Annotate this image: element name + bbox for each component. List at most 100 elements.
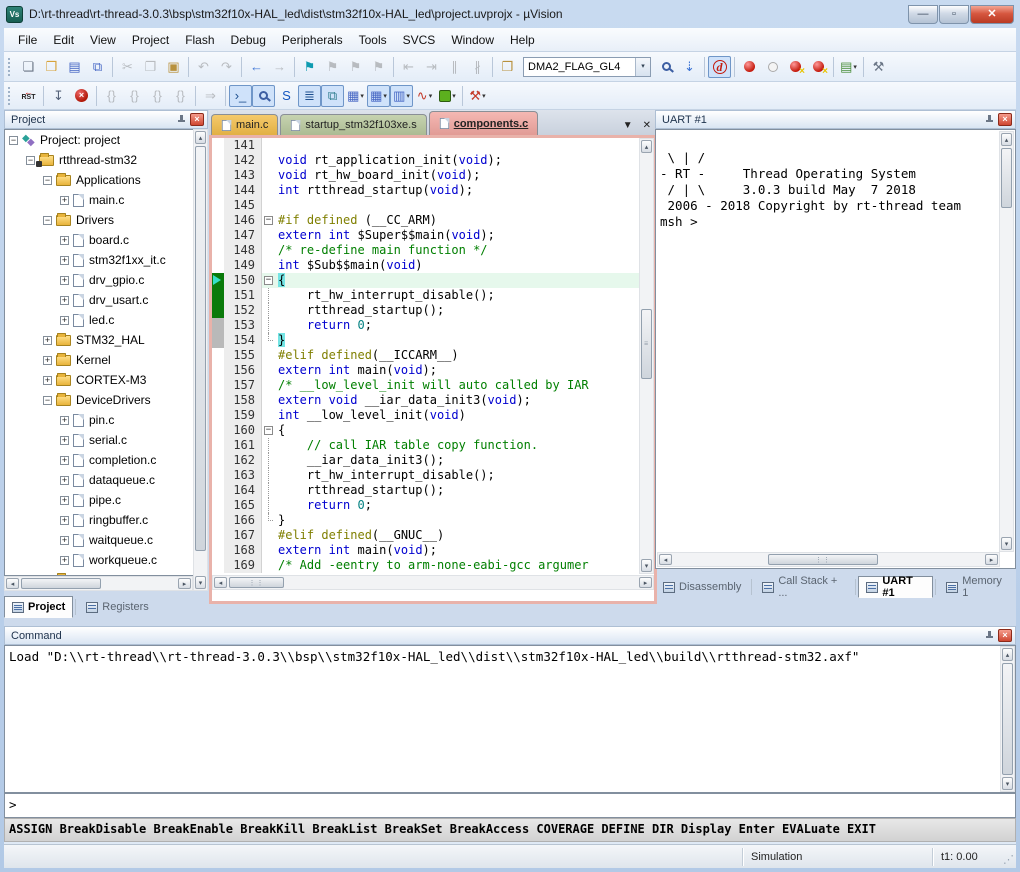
scroll-left-icon[interactable]: ◂	[6, 578, 19, 589]
tree-item-drv-usart-c[interactable]: +drv_usart.c	[5, 290, 207, 310]
tree-expander-icon[interactable]: −	[26, 156, 35, 165]
disassembly-window-button[interactable]	[252, 85, 275, 107]
menu-svcs[interactable]: SVCS	[395, 30, 444, 50]
uart-terminal[interactable]: \ | / - RT - Thread Operating System / |…	[655, 129, 1016, 569]
tree-expander-icon[interactable]: +	[60, 436, 69, 445]
tab-project[interactable]: Project	[4, 596, 73, 618]
show-next-statement-button[interactable]: ↧	[47, 85, 70, 107]
project-panel-close-icon[interactable]: ×	[190, 113, 204, 126]
minimize-button[interactable]: —	[908, 5, 938, 24]
tree-item-dataqueue-c[interactable]: +dataqueue.c	[5, 470, 207, 490]
start-stop-debug-button[interactable]: d	[708, 56, 731, 78]
comment-button[interactable]: ∥	[443, 56, 466, 78]
run-to-cursor-button[interactable]: {}	[169, 85, 192, 107]
tree-item-devicedrivers[interactable]: −DeviceDrivers	[5, 390, 207, 410]
menu-view[interactable]: View	[82, 30, 124, 50]
previous-bookmark-button[interactable]: ⚑	[321, 56, 344, 78]
dropdown-arrow-icon[interactable]: ▾	[482, 92, 486, 100]
command-vscrollbar[interactable]: ▴ ▾	[1000, 646, 1015, 792]
tree-item-drivers[interactable]: −Drivers	[5, 210, 207, 230]
close-document-icon[interactable]: ✕	[643, 120, 651, 131]
save-all-button[interactable]: ⧉	[86, 56, 109, 78]
tab-list-dropdown-icon[interactable]: ▼	[623, 120, 633, 131]
window-layout-button[interactable]: ▤▾	[837, 56, 860, 78]
cut-button[interactable]: ✂	[116, 56, 139, 78]
tree-item-rtthread-stm32[interactable]: −rtthread-stm32	[5, 150, 207, 170]
scroll-down-icon[interactable]: ▾	[1001, 537, 1012, 550]
scroll-left-icon[interactable]: ◂	[214, 577, 227, 588]
hscroll-thumb[interactable]: ⋮⋮	[229, 577, 284, 588]
find-in-files-button[interactable]: ❒	[496, 56, 519, 78]
vscroll-thumb[interactable]	[1002, 663, 1013, 775]
tree-expander-icon[interactable]: +	[60, 516, 69, 525]
title-bar[interactable]: Vs D:\rt-thread\rt-thread-3.0.3\bsp\stm3…	[0, 0, 1020, 28]
fold-gutter[interactable]: −	[262, 423, 276, 438]
command-input[interactable]: >	[4, 793, 1016, 818]
dropdown-arrow-icon[interactable]: ▾	[360, 92, 364, 100]
dropdown-arrow-icon[interactable]: ▾	[452, 92, 456, 100]
dropdown-arrow-icon[interactable]: ▾	[429, 92, 433, 100]
pin-icon[interactable]	[984, 114, 995, 125]
clear-bookmarks-button[interactable]: ⚑	[367, 56, 390, 78]
scroll-up-icon[interactable]: ▴	[1002, 648, 1013, 661]
resize-grip[interactable]	[1002, 848, 1016, 866]
vscroll-thumb[interactable]	[195, 146, 206, 551]
tree-expander-icon[interactable]: +	[43, 376, 52, 385]
watch-window-button[interactable]: ▦▾	[344, 85, 367, 107]
scroll-down-icon[interactable]: ▾	[641, 559, 652, 572]
scroll-down-icon[interactable]: ▾	[1002, 777, 1013, 790]
scroll-down-icon[interactable]: ▾	[195, 576, 206, 589]
menu-project[interactable]: Project	[124, 30, 177, 50]
tree-item-pin-c[interactable]: +pin.c	[5, 410, 207, 430]
tab-disassembly[interactable]: Disassembly	[655, 576, 749, 598]
dropdown-arrow-icon[interactable]: ▾	[853, 63, 857, 71]
combo-dropdown-icon[interactable]: ▾	[635, 58, 650, 76]
tree-expander-icon[interactable]: +	[60, 496, 69, 505]
copy-button[interactable]: ❐	[139, 56, 162, 78]
hscroll-thumb[interactable]	[21, 578, 101, 589]
unindent-button[interactable]: ⇤	[397, 56, 420, 78]
enable-breakpoint-button[interactable]	[761, 56, 784, 78]
step-into-button[interactable]: {}	[100, 85, 123, 107]
navigate-back-button[interactable]: ←	[245, 56, 268, 78]
tree-expander-icon[interactable]: +	[60, 476, 69, 485]
tree-expander-icon[interactable]: +	[60, 256, 69, 265]
serial-window-button[interactable]: ▥▾	[390, 85, 413, 107]
registers-window-button[interactable]: ≣	[298, 85, 321, 107]
stop-debug-button[interactable]: ×	[70, 85, 93, 107]
tree-expander-icon[interactable]: −	[43, 396, 52, 405]
tree-item-ringbuffer-c[interactable]: +ringbuffer.c	[5, 510, 207, 530]
tab-registers[interactable]: Registers	[78, 596, 156, 618]
tree-item-pipe-c[interactable]: +pipe.c	[5, 490, 207, 510]
vscroll-thumb[interactable]	[1001, 148, 1012, 208]
incremental-find-button[interactable]: ⇣	[678, 56, 701, 78]
analysis-window-button[interactable]: ∿▾	[413, 85, 436, 107]
next-bookmark-button[interactable]: ⚑	[344, 56, 367, 78]
tree-item-main-c[interactable]: +main.c	[5, 190, 207, 210]
menu-debug[interactable]: Debug	[223, 30, 274, 50]
tree-item-drv-gpio-c[interactable]: +drv_gpio.c	[5, 270, 207, 290]
tree-item-applications[interactable]: −Applications	[5, 170, 207, 190]
tree-item-project-project[interactable]: −Project: project	[5, 130, 207, 150]
fold-gutter[interactable]: −	[262, 273, 276, 288]
tree-expander-icon[interactable]: +	[60, 316, 69, 325]
call-stack-window-button[interactable]: ⧉	[321, 85, 344, 107]
reset-cpu-button[interactable]: ←RST	[17, 85, 40, 107]
disable-all-breakpoints-button[interactable]	[784, 56, 807, 78]
navigate-forward-button[interactable]: →	[268, 56, 291, 78]
toolbox-button[interactable]: ⚒▾	[466, 85, 489, 107]
indent-button[interactable]: ⇥	[420, 56, 443, 78]
tree-expander-icon[interactable]: −	[9, 136, 18, 145]
tab-uart-1[interactable]: UART #1	[858, 576, 933, 598]
kill-all-breakpoints-button[interactable]	[807, 56, 830, 78]
command-window-button[interactable]: ›_	[229, 85, 252, 107]
menu-edit[interactable]: Edit	[45, 30, 82, 50]
tree-item-completion-c[interactable]: +completion.c	[5, 450, 207, 470]
tree-expander-icon[interactable]: −	[43, 176, 52, 185]
tree-item-stm32f1xx-it-c[interactable]: +stm32f1xx_it.c	[5, 250, 207, 270]
tree-expander-icon[interactable]: +	[60, 276, 69, 285]
save-button[interactable]: ▤	[63, 56, 86, 78]
scroll-right-icon[interactable]: ▸	[639, 577, 652, 588]
tab-call-stack[interactable]: Call Stack + ...	[754, 576, 853, 598]
editor-vscrollbar[interactable]: ▴ ≡ ▾	[639, 138, 654, 574]
